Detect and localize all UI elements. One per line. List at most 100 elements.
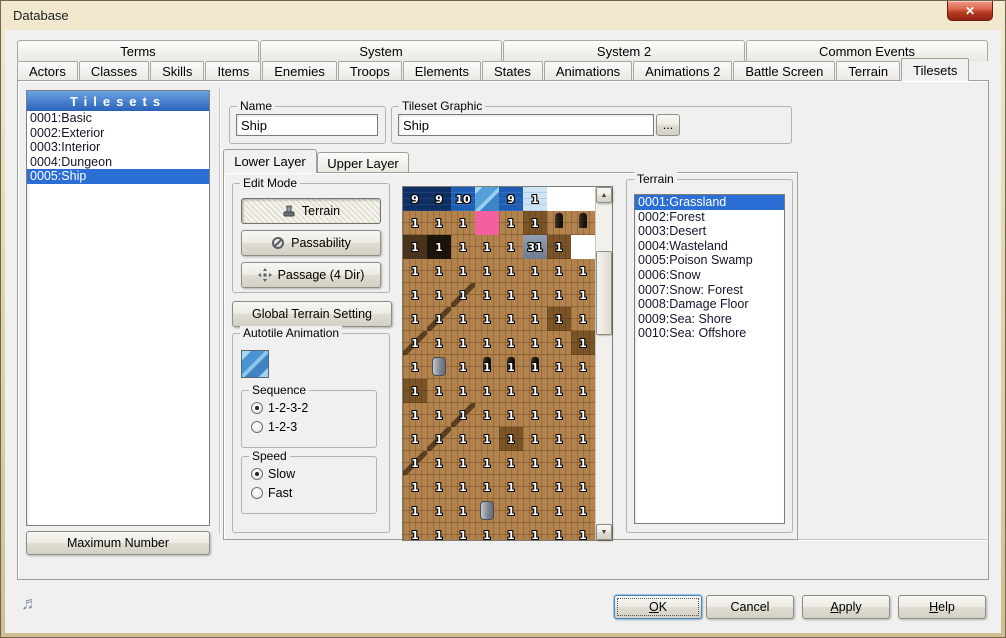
tile-wood-plank[interactable]: 1 [475,427,499,451]
tile-wood-plank[interactable]: 1 [427,283,451,307]
tile-wood-plank[interactable]: 1 [451,211,475,235]
list-item-0004-wasteland[interactable]: 0004:Wasteland [635,239,784,254]
tile-wood-plank[interactable]: 1 [499,307,523,331]
tile-wood-plank[interactable]: 1 [571,355,595,379]
tile-wood-plank[interactable]: 1 [475,403,499,427]
tile-wood-plank[interactable]: 1 [475,451,499,475]
cancel-button[interactable]: Cancel [706,595,794,619]
tile-wood-plank[interactable]: 1 [547,331,571,355]
tile-wood-stairs[interactable]: 1 [451,283,475,307]
tab-states[interactable]: States [482,61,543,80]
tile-dark-plank[interactable]: 1 [547,235,571,259]
tile-wood-stairs[interactable]: 1 [427,427,451,451]
tile-wood-plank[interactable]: 1 [571,427,595,451]
tab-troops[interactable]: Troops [338,61,402,80]
scroll-down-icon[interactable]: ▼ [596,524,612,540]
tab-skills[interactable]: Skills [150,61,204,80]
list-item-0010-sea-offshore[interactable]: 0010:Sea: Offshore [635,326,784,341]
tile-wood-stairs[interactable]: 1 [403,331,427,355]
titlebar[interactable]: Database [1,1,1005,30]
tile-bollard-post[interactable]: 1 [523,355,547,379]
tab-upper-layer[interactable]: Upper Layer [317,152,409,173]
tab-animations[interactable]: Animations [544,61,632,80]
browse-button[interactable]: ... [656,114,680,136]
radio-icon[interactable] [251,468,263,480]
close-button[interactable]: ✕ [947,1,993,21]
tile-wood-plank[interactable]: 1 [547,427,571,451]
tile-bollard-post[interactable]: 1 [499,355,523,379]
list-item-0003-desert[interactable]: 0003:Desert [635,224,784,239]
tile-wood-plank[interactable]: 1 [523,427,547,451]
tab-system[interactable]: System [260,40,502,61]
tile-wood-plank[interactable]: 1 [547,523,571,540]
tab-terrain[interactable]: Terrain [836,61,900,80]
global-terrain-setting-button[interactable]: Global Terrain Setting [232,301,392,327]
tile-wood-plank[interactable]: 1 [403,355,427,379]
tile-wood-plank[interactable]: 1 [499,451,523,475]
tile-wood-stairs[interactable]: 1 [427,307,451,331]
music-note-icon[interactable]: ♬ [21,593,39,614]
tile-deep-water[interactable]: 9 [427,187,451,211]
tile-wood-plank[interactable]: 1 [499,379,523,403]
tile-wood-plank[interactable]: 1 [451,259,475,283]
list-item-0001-grassland[interactable]: 0001:Grassland [635,195,784,210]
radio-1-2-3[interactable]: 1-2-3 [251,420,297,434]
list-item-0008-damage-floor[interactable]: 0008:Damage Floor [635,297,784,312]
radio-slow[interactable]: Slow [251,467,295,481]
tile-wood-stairs[interactable]: 1 [451,403,475,427]
tile-wood-plank[interactable]: 1 [403,211,427,235]
tile-wood-plank[interactable]: 1 [403,499,427,523]
radio-icon[interactable] [251,402,263,414]
tile-wood-plank[interactable]: 1 [451,475,475,499]
tile-dark-plank[interactable]: 1 [547,307,571,331]
tile-wood-plank[interactable]: 1 [403,307,427,331]
tile-wood-plank[interactable]: 1 [427,475,451,499]
tile-dark-plank[interactable]: 1 [571,331,595,355]
tile-water[interactable]: 10 [451,187,475,211]
tile-wood-plank[interactable]: 1 [571,283,595,307]
tile-bollard-post[interactable] [571,211,595,235]
tile-wood-plank[interactable]: 1 [499,499,523,523]
tile-wood-plank[interactable]: 1 [523,307,547,331]
tile-wood-plank[interactable]: 1 [451,307,475,331]
list-item-0002-forest[interactable]: 0002:Forest [635,210,784,225]
tile-wood-plank[interactable]: 1 [427,259,451,283]
tile-wood-plank[interactable]: 1 [571,307,595,331]
tile-black-tile[interactable]: 1 [427,235,451,259]
tile-wood-plank[interactable]: 1 [427,523,451,540]
tile-wood-plank[interactable]: 1 [475,379,499,403]
tab-actors[interactable]: Actors [17,61,78,80]
list-item-0009-sea-shore[interactable]: 0009:Sea: Shore [635,312,784,327]
tile-wood-plank[interactable]: 1 [403,403,427,427]
tile-wood-plank[interactable]: 1 [475,523,499,540]
tab-animations-2[interactable]: Animations 2 [633,61,732,80]
tab-tilesets[interactable]: Tilesets [901,58,969,81]
maximum-number-button[interactable]: Maximum Number [26,531,210,555]
apply-button[interactable]: Apply [802,595,890,619]
tile-wood-plank[interactable]: 1 [451,523,475,540]
tile-dark-plank[interactable]: 1 [523,211,547,235]
tile-wood-plank[interactable]: 1 [475,331,499,355]
tile-wood-plank[interactable]: 1 [451,451,475,475]
radio-icon[interactable] [251,487,263,499]
list-item-0007-snow-forest[interactable]: 0007:Snow: Forest [635,283,784,298]
tile-wood-plank[interactable]: 1 [451,427,475,451]
tile-wood-plank[interactable]: 1 [451,355,475,379]
tile-wood-stairs[interactable]: 1 [403,451,427,475]
tile-barrel[interactable] [427,355,451,379]
tile-wood-plank[interactable]: 1 [475,283,499,307]
list-item-0003-interior[interactable]: 0003:Interior [27,140,209,155]
tile-wood-plank[interactable]: 1 [547,259,571,283]
tile-wood-plank[interactable]: 1 [571,475,595,499]
list-item-0005-ship[interactable]: 0005:Ship [27,169,209,184]
tile-dark-wood[interactable]: 1 [403,235,427,259]
tile-wood-plank[interactable]: 1 [427,379,451,403]
tile-barrel[interactable] [475,499,499,523]
tile-wood-plank[interactable]: 1 [403,283,427,307]
tab-lower-layer[interactable]: Lower Layer [223,149,317,173]
tile-wood-plank[interactable]: 1 [499,211,523,235]
tile-wood-plank[interactable]: 1 [475,307,499,331]
tile-wood-plank[interactable]: 1 [451,331,475,355]
tile-water[interactable]: 9 [499,187,523,211]
tile-wood-plank[interactable]: 1 [427,451,451,475]
